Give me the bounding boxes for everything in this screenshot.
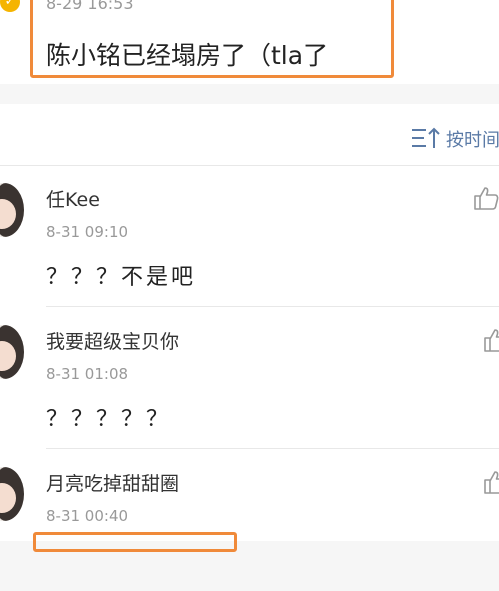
comments-section: 按时间 任Kee 8-31 09:10 ？？？不是吧 我要超级宝贝你 8-31 … <box>0 104 499 541</box>
thumbs-up-icon[interactable] <box>483 469 499 495</box>
thumbs-up-icon[interactable] <box>473 185 499 211</box>
comment-time: 8-31 01:08 <box>46 365 129 383</box>
comment-item: 我要超级宝贝你 8-31 01:08 ？？？？？ <box>0 307 499 449</box>
thumbs-up-icon[interactable] <box>483 327 499 353</box>
avatar[interactable] <box>0 467 24 521</box>
comment-username[interactable]: 我要超级宝贝你 <box>46 327 179 354</box>
comment-username[interactable]: 月亮吃掉甜甜圈 <box>46 469 179 496</box>
comment-time: 8-31 09:10 <box>46 223 129 241</box>
avatar[interactable] <box>0 325 24 379</box>
highlight-box <box>33 532 237 552</box>
comment-text: ？？？不是吧 <box>46 265 197 290</box>
comment-time: 8-31 00:40 <box>46 507 129 525</box>
comment-text: ？？？？？ <box>46 407 172 432</box>
comment-item: 月亮吃掉甜甜圈 8-31 00:40 <box>0 449 499 591</box>
comment-username[interactable]: 任Kee <box>46 185 100 212</box>
comment-item: 任Kee 8-31 09:10 ？？？不是吧 <box>0 165 499 307</box>
original-post: ✓ 8-29 16:53 陈小铭已经塌房了（tla了 <box>0 0 499 84</box>
sort-by-time-button[interactable]: 按时间 <box>446 126 499 152</box>
verified-badge-icon: ✓ <box>0 0 20 12</box>
avatar[interactable] <box>0 183 24 237</box>
sort-row: 按时间 <box>0 104 499 166</box>
sort-icon[interactable] <box>412 126 442 150</box>
highlight-box <box>30 0 394 78</box>
